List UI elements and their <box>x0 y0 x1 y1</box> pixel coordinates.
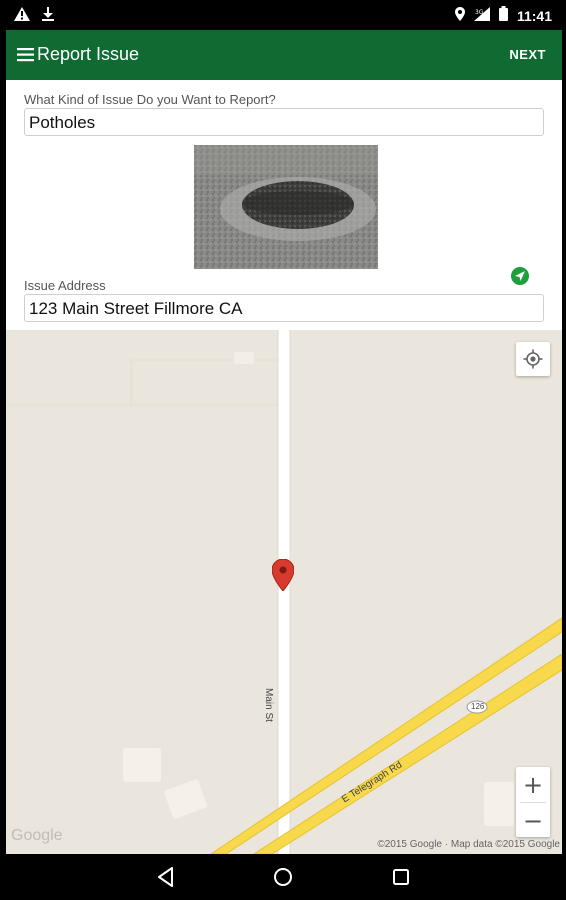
zoom-controls: + − <box>516 767 550 837</box>
svg-text:3G: 3G <box>475 9 484 16</box>
hamburger-menu-icon[interactable] <box>16 45 36 65</box>
home-icon[interactable] <box>270 864 296 890</box>
status-bar: 3G 11:41 <box>0 0 566 30</box>
issue-type-label: What Kind of Issue Do you Want to Report… <box>24 92 276 107</box>
clock: 11:41 <box>516 8 552 24</box>
street-label-main: Main St <box>263 688 274 722</box>
report-form: What Kind of Issue Do you Want to Report… <box>6 80 562 330</box>
zoom-in-button[interactable]: + <box>516 767 550 802</box>
map-attribution: ©2015 Google · Map data ©2015 Google <box>377 839 560 850</box>
download-icon <box>42 7 54 26</box>
location-pin-icon <box>454 6 465 26</box>
navigation-arrow-icon[interactable] <box>511 267 529 285</box>
address-field[interactable]: 123 Main Street Fillmore CA <box>24 294 544 322</box>
issue-photo <box>194 145 378 269</box>
warning-icon <box>14 7 30 26</box>
route-shield-label: 126 <box>471 702 485 711</box>
map-canvas <box>6 330 562 854</box>
pothole-image <box>194 145 378 269</box>
map-view[interactable]: Main St E Telegraph Rd 126 + − Google ©2… <box>6 330 562 854</box>
battery-icon <box>498 6 508 26</box>
signal-icon: 3G <box>473 6 490 26</box>
google-logo: Google <box>11 827 63 844</box>
my-location-button[interactable] <box>516 342 550 376</box>
issue-type-field[interactable]: Potholes <box>24 108 544 136</box>
recents-icon[interactable] <box>388 864 414 890</box>
next-button[interactable]: NEXT <box>509 47 546 62</box>
zoom-out-button[interactable]: − <box>516 803 550 838</box>
system-nav-bar <box>0 854 566 900</box>
address-label: Issue Address <box>24 278 106 293</box>
page-title: Report Issue <box>37 44 140 64</box>
back-icon[interactable] <box>153 864 179 890</box>
app-toolbar: Report Issue NEXT <box>6 30 562 80</box>
crosshair-icon <box>523 349 543 369</box>
map-marker-icon[interactable] <box>271 558 295 592</box>
